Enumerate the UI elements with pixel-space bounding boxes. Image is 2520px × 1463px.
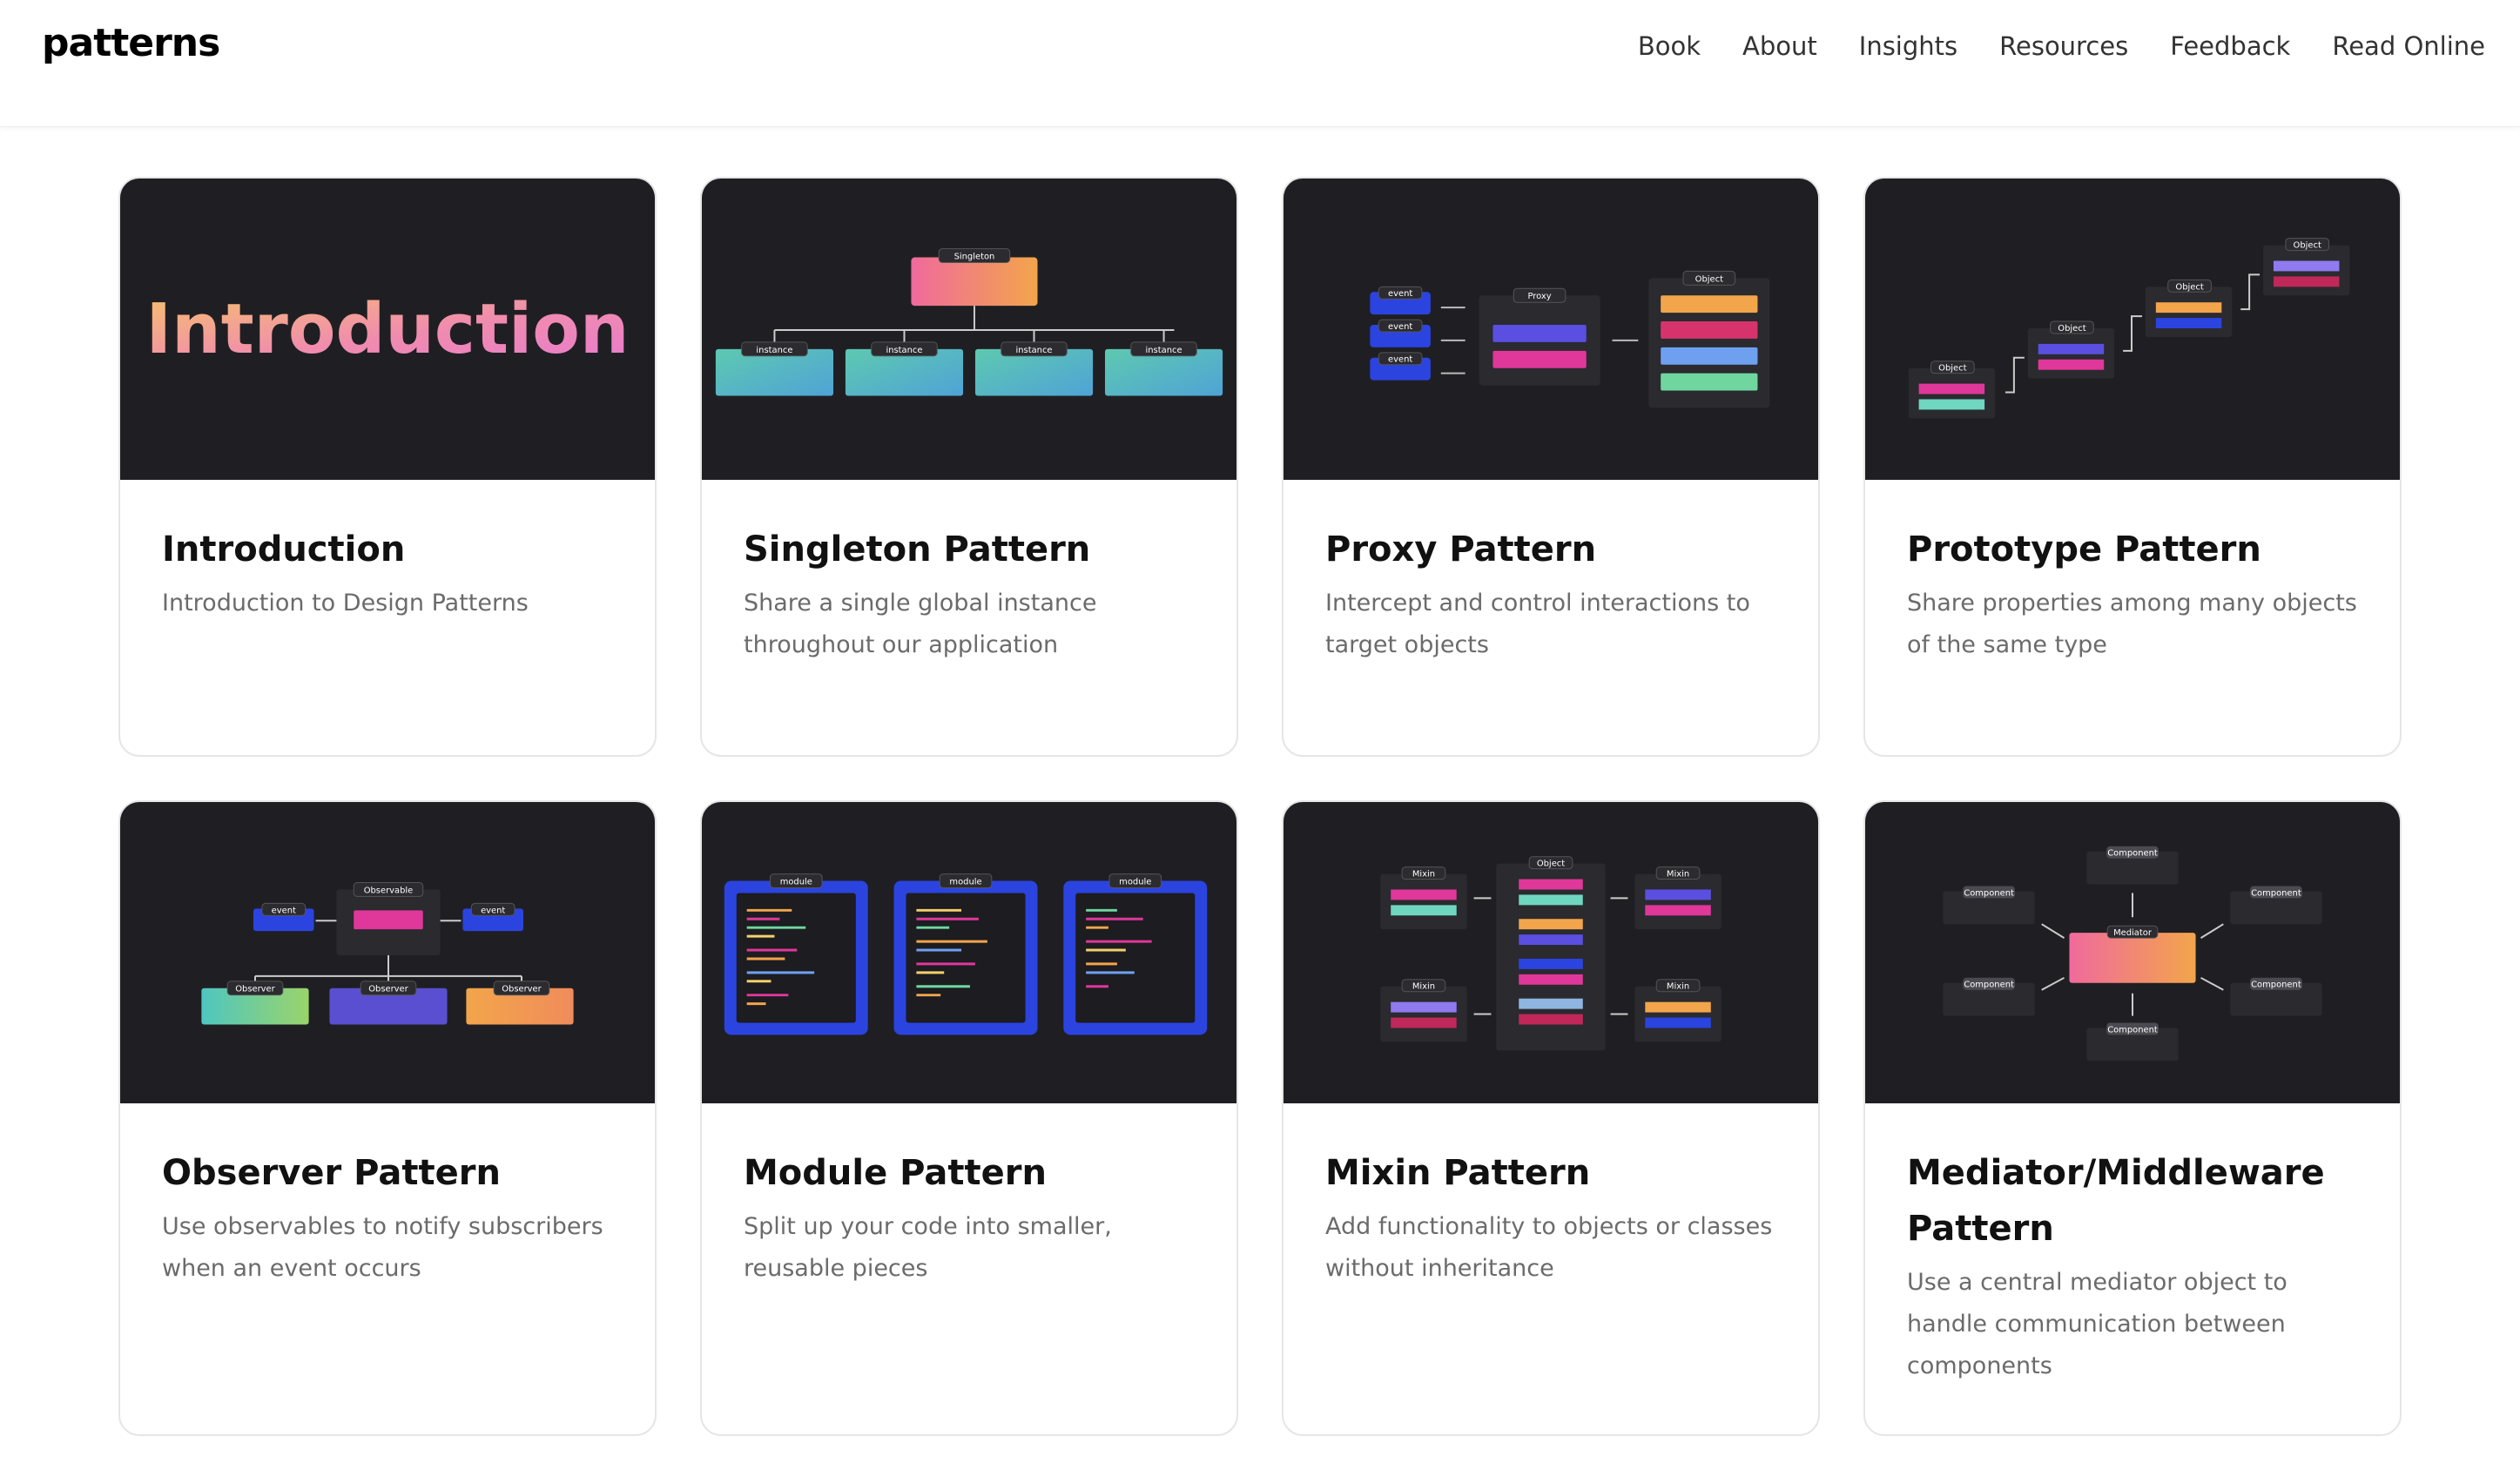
card-observer[interactable]: event event Observable Observer Observer… <box>118 800 657 1436</box>
card-introduction[interactable]: Introduction Introduction Introduction t… <box>118 177 657 757</box>
card-thumbnail: Mixin Mixin Mixin Mixin Object <box>1284 802 1818 1103</box>
nav-book[interactable]: Book <box>1638 31 1701 61</box>
svg-text:Object: Object <box>2294 241 2321 251</box>
card-description: Use observables to notify subscribers wh… <box>162 1213 603 1282</box>
svg-text:module: module <box>949 878 981 887</box>
svg-text:Observer: Observer <box>502 985 542 994</box>
card-description: Share properties among many objects of t… <box>1907 590 2357 658</box>
svg-text:event: event <box>1388 322 1412 332</box>
card-description: Use a central mediator object to handle … <box>1907 1269 2288 1379</box>
nav-about[interactable]: About <box>1742 31 1817 61</box>
card-thumbnail: event event event Proxy Object <box>1284 179 1818 480</box>
svg-text:Mediator: Mediator <box>2113 928 2153 938</box>
svg-text:Mixin: Mixin <box>1412 870 1435 880</box>
event-boxes: event event event <box>1370 286 1466 381</box>
card-description: Split up your code into smaller, reusabl… <box>744 1213 1112 1282</box>
svg-text:instance: instance <box>1015 346 1052 355</box>
svg-text:Observer: Observer <box>368 985 408 994</box>
card-title: Proxy Pattern <box>1325 529 1597 570</box>
mixin-illustration: Mixin Mixin Mixin Mixin Object <box>1380 856 1722 1051</box>
card-title: Module Pattern <box>744 1153 1047 1193</box>
module-panels: module module module <box>724 873 1208 1035</box>
card-title: Introduction <box>162 529 406 570</box>
site-header: patterns Book About Insights Resources F… <box>0 0 2520 127</box>
svg-text:event: event <box>272 906 296 915</box>
card-thumbnail: module module module <box>702 802 1236 1103</box>
card-title: Observer Pattern <box>162 1153 501 1193</box>
instance-boxes: instance instance instance instance <box>715 329 1223 396</box>
svg-text:Proxy: Proxy <box>1527 292 1551 301</box>
svg-text:Object: Object <box>2175 282 2203 292</box>
svg-text:Object: Object <box>2058 324 2085 334</box>
singleton-illustration: Singleton instance instance instance ins… <box>715 248 1223 396</box>
svg-text:event: event <box>1388 355 1412 365</box>
svg-text:Object: Object <box>1537 860 1565 869</box>
svg-text:Component: Component <box>2107 849 2158 859</box>
nav-read-online[interactable]: Read Online <box>2332 31 2485 61</box>
card-thumbnail: Object Object Object Object <box>1865 179 2400 480</box>
card-description: Intercept and control interactions to ta… <box>1325 590 1750 658</box>
card-description: Share a single global instance throughou… <box>744 590 1097 658</box>
card-description: Add functionality to objects or classes … <box>1325 1213 1773 1282</box>
card-thumbnail: Introduction <box>120 179 655 480</box>
card-description: Introduction to Design Patterns <box>162 590 529 617</box>
card-title: Singleton Pattern <box>744 529 1091 570</box>
svg-text:module: module <box>1119 878 1151 887</box>
card-thumbnail: Mediator Component Component Component C… <box>1865 802 2400 1103</box>
svg-text:Component: Component <box>2251 888 2301 898</box>
card-singleton[interactable]: Singleton instance instance instance ins… <box>700 177 1238 757</box>
svg-text:Observer: Observer <box>235 985 275 994</box>
observer-illustration: event event Observable Observer Observer… <box>201 882 574 1025</box>
introduction-illustration: Introduction <box>146 288 630 369</box>
svg-text:event: event <box>1388 289 1412 299</box>
card-title: Prototype Pattern <box>1907 529 2261 570</box>
nav-resources[interactable]: Resources <box>1999 31 2128 61</box>
svg-text:Mixin: Mixin <box>1667 870 1689 880</box>
card-prototype[interactable]: Object Object Object Object Prototype Pa… <box>1863 177 2402 757</box>
svg-text:Component: Component <box>2107 1025 2158 1035</box>
module-illustration: module module module <box>724 873 1208 1035</box>
pattern-grid: Introduction Introduction Introduction t… <box>118 177 2402 1436</box>
card-title: Mediator/Middleware Pattern <box>1907 1153 2325 1249</box>
svg-text:Component: Component <box>1964 981 2014 990</box>
svg-text:Mixin: Mixin <box>1412 982 1435 992</box>
card-mixin[interactable]: Mixin Mixin Mixin Mixin Object Mixin Pat… <box>1282 800 1820 1436</box>
svg-text:Object: Object <box>1938 364 1966 374</box>
card-mediator[interactable]: Mediator Component Component Component C… <box>1863 800 2402 1436</box>
object-chain: Object Object Object Object <box>1908 238 2350 419</box>
svg-text:Mixin: Mixin <box>1667 982 1689 992</box>
card-proxy[interactable]: event event event Proxy Object Proxy Pat… <box>1282 177 1820 757</box>
proxy-illustration: event event event Proxy Object <box>1370 270 1770 408</box>
svg-text:event: event <box>481 906 505 915</box>
mediator-illustration: Mediator Component Component Component C… <box>1943 846 2322 1062</box>
card-title: Mixin Pattern <box>1325 1153 1591 1193</box>
svg-text:Singleton: Singleton <box>954 253 995 262</box>
nav-insights[interactable]: Insights <box>1859 31 1957 61</box>
mediator-box <box>2069 933 2196 983</box>
svg-text:Object: Object <box>1695 274 1723 284</box>
prototype-illustration: Object Object Object Object <box>1908 238 2350 419</box>
svg-text:Component: Component <box>2251 981 2301 990</box>
card-thumbnail: event event Observable Observer Observer… <box>120 802 655 1103</box>
singleton-box <box>911 257 1038 307</box>
intro-heading-graphic: Introduction <box>146 288 630 369</box>
svg-text:Observable: Observable <box>364 886 414 895</box>
svg-text:instance: instance <box>886 346 922 355</box>
main-nav: Book About Insights Resources Feedback R… <box>1638 31 2485 61</box>
nav-feedback[interactable]: Feedback <box>2170 31 2290 61</box>
svg-text:Component: Component <box>1964 888 2014 898</box>
svg-text:instance: instance <box>1146 346 1183 355</box>
svg-text:instance: instance <box>756 346 792 355</box>
site-logo[interactable]: patterns <box>42 21 220 65</box>
card-module[interactable]: module module module Module Pattern Spli… <box>700 800 1238 1436</box>
svg-text:module: module <box>780 878 812 887</box>
card-thumbnail: Singleton instance instance instance ins… <box>702 179 1236 480</box>
